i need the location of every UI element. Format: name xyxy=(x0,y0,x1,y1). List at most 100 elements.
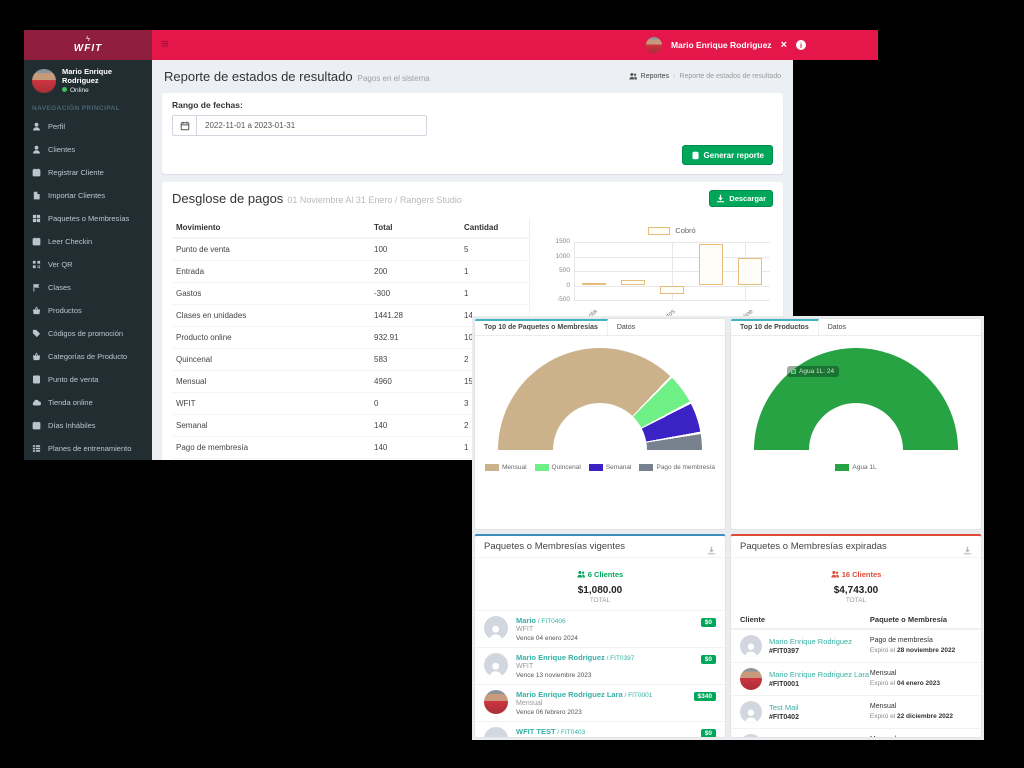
list-item[interactable]: Mario Enrique Rodriguez Lara / FIT0001Me… xyxy=(475,684,725,721)
close-icon[interactable]: × xyxy=(781,39,787,51)
table-cell: 583 xyxy=(370,349,460,371)
expiradas-list: Mario Enrique Rodriguez#FIT0397Pago de m… xyxy=(731,629,981,738)
calendar-check-icon xyxy=(32,237,41,246)
download-icon[interactable] xyxy=(707,542,716,551)
breadcrumb: Reportes › Reporte de estados de resulta… xyxy=(629,72,781,80)
info-icon[interactable]: i xyxy=(796,40,806,50)
bar-clases-en-unidades[interactable] xyxy=(699,244,723,286)
client-id: #FIT0001 xyxy=(769,681,869,688)
sidebar-item-clases[interactable]: Clases xyxy=(24,276,152,299)
table-cell: Mensual xyxy=(172,371,370,393)
table-row: Punto de venta1005 xyxy=(172,238,530,261)
download-button[interactable]: Descargar xyxy=(709,190,773,207)
tab-top10-paquetes[interactable]: Top 10 de Paquetes o Membresías xyxy=(475,319,608,335)
package-name: WFIT xyxy=(516,737,585,738)
table-cell: 140 xyxy=(370,437,460,459)
expired-date: Expiró el 04 enero 2023 xyxy=(870,680,972,687)
avatar xyxy=(32,69,56,93)
payments-subtitle: 01 Noviembre Al 31 Enero / Rangers Studi… xyxy=(287,195,462,205)
download-icon[interactable] xyxy=(963,542,972,551)
users-icon xyxy=(577,570,585,578)
page-title: Reporte de estados de resultado xyxy=(164,69,353,84)
list-item[interactable]: Mario Enrique Rodriguez / FIT0397WFITVen… xyxy=(475,647,725,684)
bar-punto-de-venta[interactable] xyxy=(582,283,606,286)
header-user-name[interactable]: Mario Enrique Rodriguez xyxy=(671,40,772,50)
table-row: Gastos-3001 xyxy=(172,283,530,305)
table-cell: WFIT xyxy=(172,393,370,415)
client-name-link[interactable]: Mario Enrique Rodriguez Lara xyxy=(769,670,869,679)
sidebar-item-leer-checkin[interactable]: Leer Checkin xyxy=(24,230,152,253)
hamburger-icon[interactable]: ≡ xyxy=(161,37,169,51)
sidebar-item-label: Perfil xyxy=(48,122,65,131)
client-name-link[interactable]: Mario Enrique Rodriguez Lara / FIT0001 xyxy=(516,690,652,699)
bar-producto-online[interactable] xyxy=(738,258,762,285)
table-cell: Semanal xyxy=(172,415,370,437)
generate-report-button[interactable]: Generar reporte xyxy=(682,145,773,165)
legend-item-pago-de-membresia[interactable]: Pago de membresía xyxy=(639,464,715,471)
sidebar-item-productos[interactable]: Productos xyxy=(24,299,152,322)
header-avatar[interactable] xyxy=(646,37,662,53)
calendar-icon xyxy=(173,116,197,135)
date-range-value: 2022-11-01 a 2023-01-31 xyxy=(197,116,295,135)
sidebar-item-categorias-de-producto[interactable]: Categorías de Producto xyxy=(24,345,152,368)
client-name-link[interactable]: Mario Enrique Rodriguez xyxy=(769,637,852,646)
breadcrumb-root[interactable]: Reportes xyxy=(641,73,669,80)
expiradas-col-paquete: Paquete o Membresía xyxy=(870,615,972,624)
sidebar-item-punto-de-venta[interactable]: Punto de venta xyxy=(24,368,152,391)
chart-tooltip: Agua 1L: 24 xyxy=(787,366,839,377)
screen: ϟ WFIT Mario Enrique Rodriguez Online NA… xyxy=(0,0,1024,768)
client-name-link[interactable]: WFIT TEST / FIT0403 xyxy=(516,727,585,736)
legend-item-quincenal[interactable]: Quincenal xyxy=(535,464,581,471)
sidebar-item-label: Códigos de promoción xyxy=(48,329,123,338)
package-name: Pago de membresía xyxy=(870,637,972,644)
y-tick-label: -500 xyxy=(557,296,570,303)
app-logo[interactable]: ϟ WFIT xyxy=(24,30,152,60)
table-row[interactable]: Mario Enrique Rodriguez#FIT0397Pago de m… xyxy=(731,629,981,662)
bar-gastos[interactable] xyxy=(660,286,684,295)
expiry-date: Vence 13 noviembre 2023 xyxy=(516,672,634,679)
client-name-link[interactable]: Mario Enrique Rodriguez / FIT0397 xyxy=(516,653,634,662)
sidebar-item-perfil[interactable]: Perfil xyxy=(24,115,152,138)
sidebar-item-label: Registrar Cliente xyxy=(48,168,104,177)
legend-item-agua-1l[interactable]: Agua 1L xyxy=(835,464,876,471)
sidebar-item-registrar-cliente[interactable]: Registrar Cliente xyxy=(24,161,152,184)
date-range-input[interactable]: 2022-11-01 a 2023-01-31 xyxy=(172,115,427,136)
sidebar-user-name: Mario Enrique Rodriguez xyxy=(62,67,144,85)
list-icon xyxy=(32,444,41,453)
sidebar-item-tienda-online[interactable]: Tienda online xyxy=(24,391,152,414)
legend-swatch xyxy=(639,464,653,471)
date-filter-box: Rango de fechas: 2022-11-01 a 2023-01-31… xyxy=(162,93,783,174)
client-cell: Mario Enrique Rodriguez Lara #FIT0001 xyxy=(740,668,870,690)
tab-top10-productos[interactable]: Top 10 de Productos xyxy=(731,319,819,335)
sidebar-item-importar-clientes[interactable]: Importar Clientes xyxy=(24,184,152,207)
package-name: Mensual xyxy=(870,703,972,710)
table-row[interactable]: Mario Enrique Rodriguez Lara#FIT0001Mens… xyxy=(731,662,981,695)
breadcrumb-current: Reporte de estados de resultado xyxy=(679,73,781,80)
tab-datos[interactable]: Datos xyxy=(819,319,855,335)
payments-title: Desglose de pagos xyxy=(172,191,283,206)
sidebar-item-label: Ver QR xyxy=(48,260,73,269)
chart-legend[interactable]: Cobró xyxy=(574,226,770,235)
sidebar-item-ver-qr[interactable]: Ver QR xyxy=(24,253,152,276)
package-cell: MensualExpiró el 03 febrero 2023 xyxy=(870,734,972,738)
legend-label: Mensual xyxy=(502,464,527,471)
avatar xyxy=(484,653,508,677)
sidebar-item-planes-de-entrenamiento[interactable]: Planes de entrenamiento xyxy=(24,437,152,460)
basket-icon xyxy=(32,306,41,315)
client-name-link[interactable]: Test Mail xyxy=(769,703,799,712)
client-name-link[interactable]: Mario / FIT0406 xyxy=(516,616,578,625)
sidebar-item-codigos-de-promocion[interactable]: Códigos de promoción xyxy=(24,322,152,345)
list-item[interactable]: Mario / FIT0406WFITVence 04 enero 2024$0 xyxy=(475,610,725,647)
table-row[interactable]: WFIT TEST#FIT0403MensualExpiró el 03 feb… xyxy=(731,728,981,738)
table-row[interactable]: Test Mail#FIT0402MensualExpiró el 22 dic… xyxy=(731,695,981,728)
legend-label: Semanal xyxy=(606,464,632,471)
client-name-link[interactable]: WFIT TEST xyxy=(769,736,808,738)
sidebar-item-dias-inhabiles[interactable]: Días Inhábiles xyxy=(24,414,152,437)
legend-item-semanal[interactable]: Semanal xyxy=(589,464,632,471)
sidebar-item-clientes[interactable]: Clientes xyxy=(24,138,152,161)
legend-item-mensual[interactable]: Mensual xyxy=(485,464,527,471)
list-item[interactable]: WFIT TEST / FIT0403WFITVence 03 enero 20… xyxy=(475,721,725,738)
tab-datos[interactable]: Datos xyxy=(608,319,644,335)
sidebar-item-paquetes-o-membresias[interactable]: Paquetes o Membresías xyxy=(24,207,152,230)
bar-entrada[interactable] xyxy=(621,280,645,286)
